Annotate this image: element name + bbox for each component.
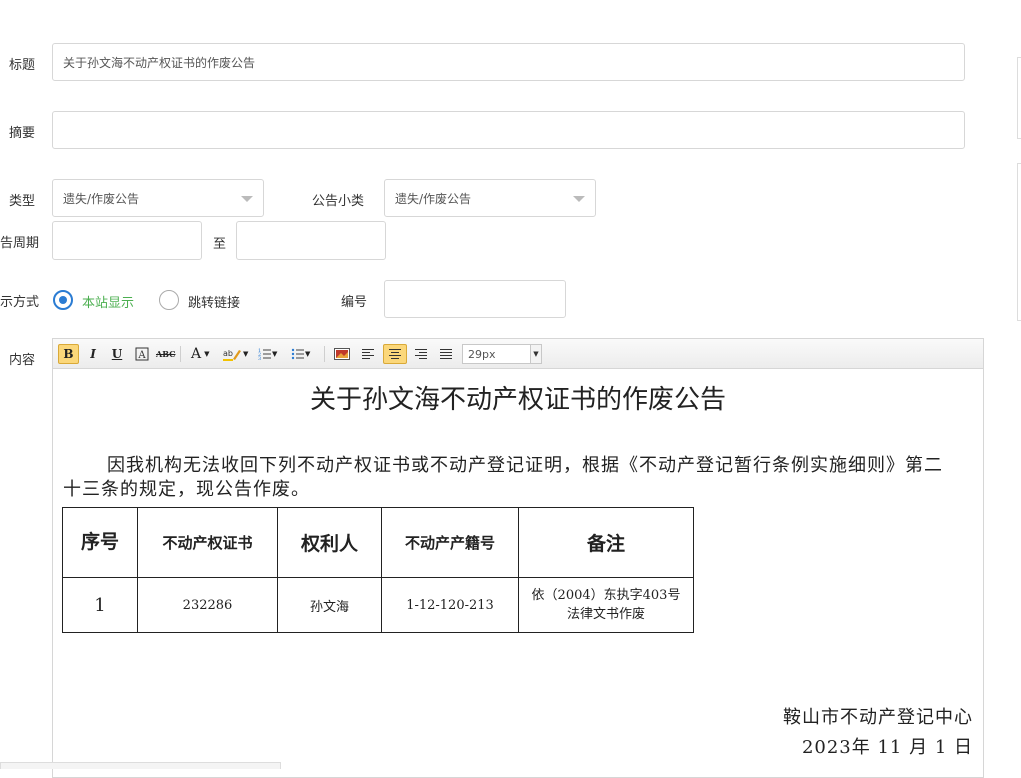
toolbar-divider — [324, 346, 325, 362]
align-center-icon — [389, 349, 401, 359]
align-center-button[interactable] — [383, 344, 407, 364]
align-right-icon — [415, 349, 427, 359]
number-label: 编号 — [341, 295, 368, 310]
font-border-icon: A — [135, 347, 149, 361]
table-cell: 1-12-120-213 — [381, 577, 519, 633]
chevron-down-icon[interactable]: ▼ — [530, 344, 542, 364]
align-justify-button[interactable] — [437, 344, 455, 364]
table-cell: 依（2004）东执字403号法律文书作废 — [518, 577, 694, 633]
highlight-icon: ab — [223, 349, 241, 361]
side-panel-edge — [1017, 57, 1021, 139]
align-justify-icon — [440, 349, 452, 359]
period-to-label: 至 — [213, 237, 227, 252]
display-method-label: 示方式 — [0, 295, 40, 310]
type-label: 类型 — [9, 194, 36, 209]
radio-redirect-link-label[interactable]: 跳转链接 — [188, 292, 240, 311]
table-header-row: 序号 不动产权证书 权利人 不动产产籍号 备注 — [62, 507, 694, 578]
number-input[interactable] — [384, 280, 566, 318]
certificate-table: 序号 不动产权证书 权利人 不动产产籍号 备注 1 232286 孙文海 1-1… — [62, 507, 694, 633]
toolbar-divider — [180, 346, 181, 362]
period-end-input[interactable] — [236, 221, 386, 260]
summary-input[interactable] — [52, 111, 965, 149]
horizontal-scrollbar[interactable] — [0, 762, 281, 769]
table-cell: 孙文海 — [277, 577, 382, 633]
align-right-button[interactable] — [412, 344, 430, 364]
image-icon — [334, 348, 350, 360]
content-label: 内容 — [9, 353, 36, 368]
signature-date: 2023年 11 月 1 日 — [801, 737, 973, 758]
unordered-list-button[interactable]: ▼ — [291, 344, 310, 364]
table-header-cell: 不动产权证书 — [137, 507, 278, 578]
title-label: 标题 — [9, 58, 36, 73]
font-color-button[interactable]: A ▼ — [191, 344, 210, 364]
document-title: 关于孙文海不动产权证书的作废公告 — [309, 385, 726, 415]
italic-button[interactable]: I — [84, 344, 102, 364]
font-border-button[interactable]: A — [133, 344, 151, 364]
chevron-down-icon — [573, 196, 585, 202]
rich-text-editor[interactable]: B I U A ABC A ▼ ab ▼ 123 ▼ ▼ 29px ▼ 关于孙文… — [52, 338, 984, 778]
ordered-list-button[interactable]: 123 ▼ — [258, 344, 277, 364]
insert-image-button[interactable] — [333, 344, 351, 364]
underline-button[interactable]: U — [108, 344, 126, 364]
table-row: 1 232286 孙文海 1-12-120-213 依（2004）东执字403号… — [62, 577, 694, 633]
table-header-cell: 备注 — [518, 507, 694, 578]
subtype-select[interactable]: 遗失/作废公告 — [384, 179, 596, 217]
table-header-cell: 权利人 — [277, 507, 382, 578]
radio-redirect-link[interactable] — [159, 290, 179, 310]
chevron-down-icon — [241, 196, 253, 202]
svg-text:ab: ab — [223, 349, 233, 358]
radio-site-display[interactable] — [53, 290, 73, 310]
period-start-input[interactable] — [52, 221, 202, 260]
signature-organization: 鞍山市不动产登记中心 — [783, 707, 973, 728]
align-left-icon — [362, 349, 374, 359]
highlight-button[interactable]: ab ▼ — [223, 344, 248, 364]
strikethrough-icon[interactable]: ABC — [156, 344, 175, 364]
align-left-button[interactable] — [359, 344, 377, 364]
summary-label: 摘要 — [9, 126, 36, 141]
type-select[interactable]: 遗失/作废公告 — [52, 179, 264, 217]
ordered-list-icon: 123 — [258, 348, 271, 361]
title-input-value: 关于孙文海不动产权证书的作废公告 — [63, 55, 256, 70]
radio-site-display-label[interactable]: 本站显示 — [82, 292, 134, 311]
svg-text:3: 3 — [258, 356, 261, 361]
table-header-cell: 不动产产籍号 — [381, 507, 519, 578]
subtype-label: 公告小类 — [312, 194, 365, 209]
type-select-value: 遗失/作废公告 — [63, 191, 140, 206]
side-panel-edge — [1017, 163, 1021, 321]
period-label: 告周期 — [0, 236, 40, 251]
table-header-cell: 序号 — [62, 507, 138, 578]
title-input[interactable]: 关于孙文海不动产权证书的作废公告 — [52, 43, 965, 81]
unordered-list-icon — [291, 348, 304, 360]
bold-button[interactable]: B — [58, 344, 79, 364]
svg-text:A: A — [137, 350, 146, 361]
subtype-select-value: 遗失/作废公告 — [395, 191, 472, 206]
table-cell: 232286 — [137, 577, 278, 633]
document-paragraph: 因我机构无法收回下列不动产权证书或不动产登记证明，根据《不动产登记暂行条例实施细… — [63, 455, 943, 500]
table-cell: 1 — [62, 577, 138, 633]
editor-toolbar: B I U A ABC A ▼ ab ▼ 123 ▼ ▼ 29px ▼ — [53, 339, 983, 369]
